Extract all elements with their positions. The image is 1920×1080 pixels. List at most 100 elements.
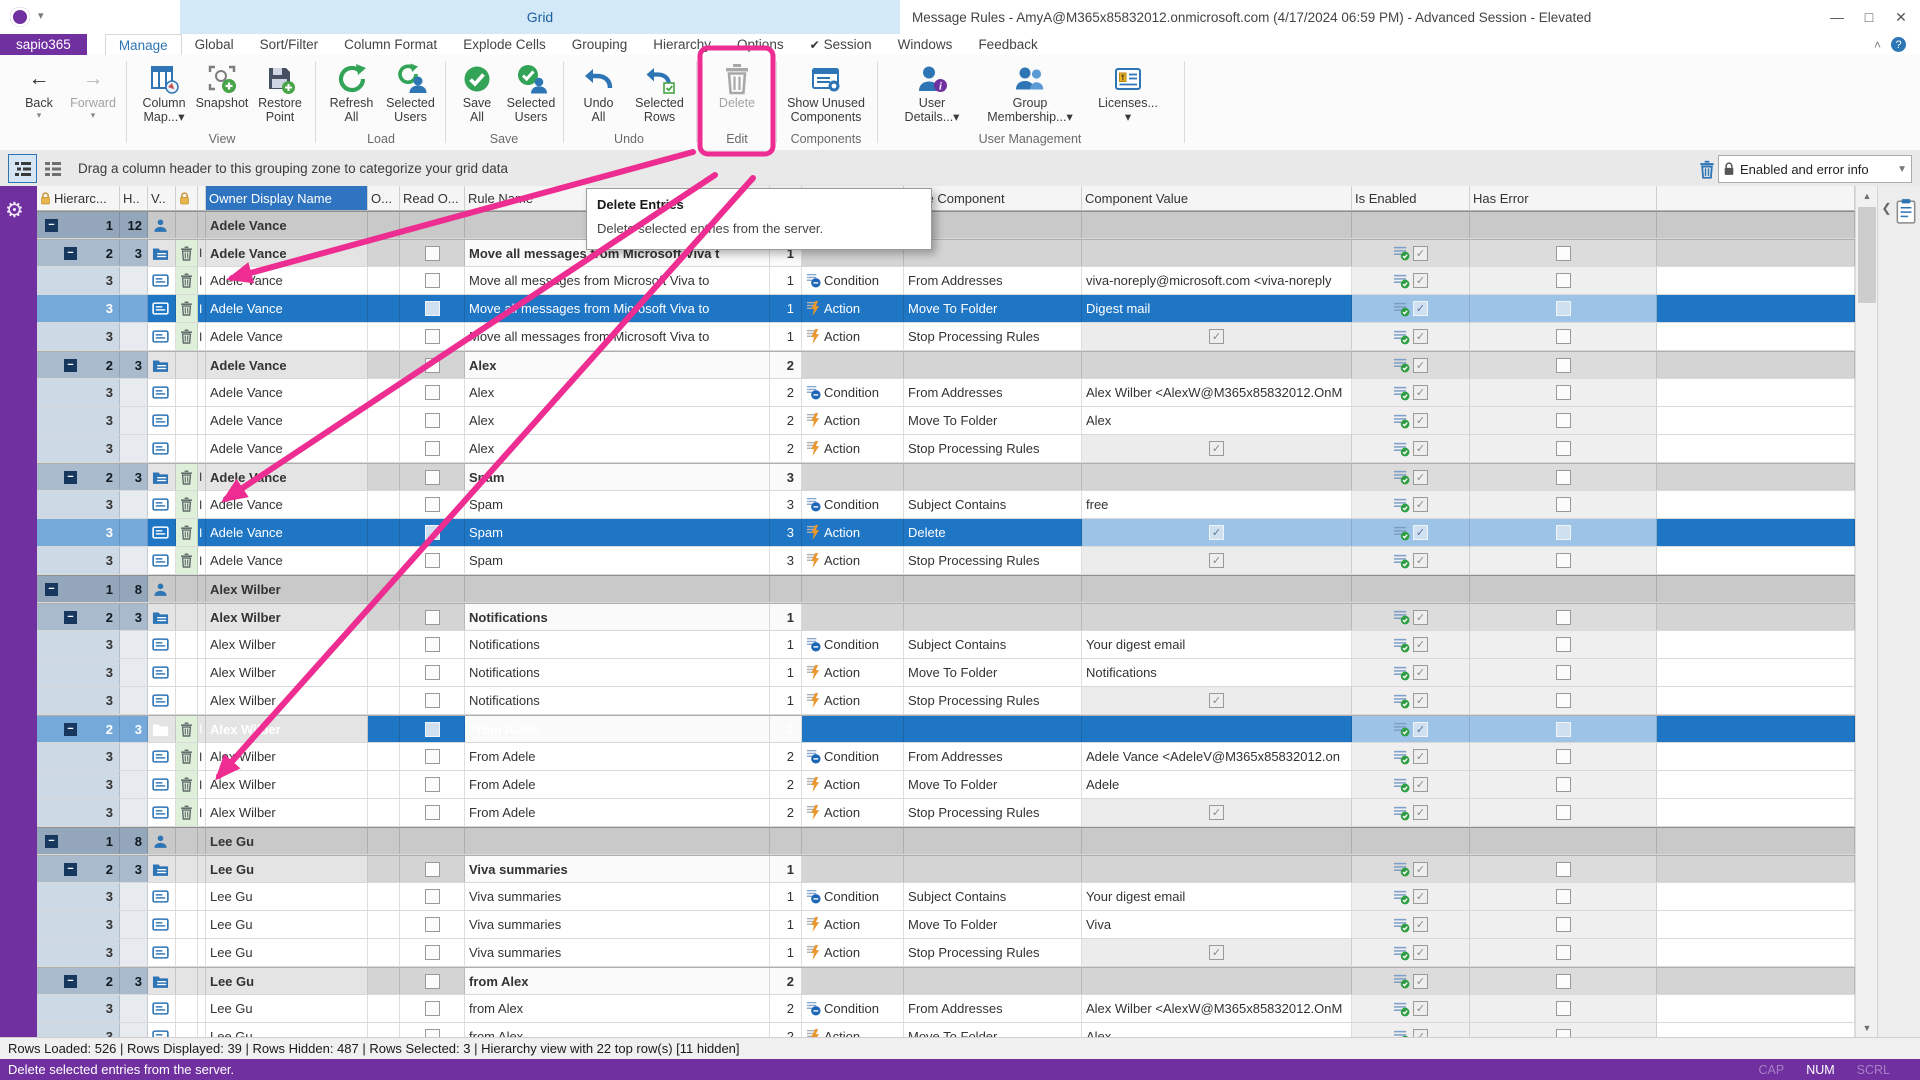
checkbox[interactable] bbox=[1413, 917, 1428, 932]
grid-row[interactable]: −23Lee Gufrom Alex2 bbox=[37, 967, 1855, 995]
checkbox[interactable] bbox=[425, 749, 440, 764]
checkbox[interactable] bbox=[425, 385, 440, 400]
column-header-has-error[interactable]: Has Error bbox=[1470, 186, 1657, 211]
checkbox[interactable] bbox=[425, 665, 440, 680]
checkbox[interactable] bbox=[1556, 385, 1571, 400]
checkbox[interactable] bbox=[425, 553, 440, 568]
grid-row[interactable]: 3IAdele VanceMove all messages from Micr… bbox=[37, 267, 1855, 295]
checkbox[interactable] bbox=[425, 917, 440, 932]
collapse-toggle[interactable]: − bbox=[64, 247, 77, 260]
tab-hierarchy[interactable]: Hierarchy bbox=[640, 34, 724, 55]
checkbox[interactable] bbox=[1413, 525, 1428, 540]
checkbox[interactable] bbox=[425, 246, 440, 261]
backstage-tab[interactable]: sapio365 bbox=[0, 34, 87, 55]
collapse-toggle[interactable]: − bbox=[64, 471, 77, 484]
checkbox[interactable] bbox=[1413, 441, 1428, 456]
grid-row[interactable]: −112Adele Vance bbox=[37, 211, 1855, 239]
checkbox[interactable] bbox=[1556, 693, 1571, 708]
tab-feedback[interactable]: Feedback bbox=[965, 34, 1050, 55]
checkbox[interactable] bbox=[1556, 917, 1571, 932]
checkbox[interactable] bbox=[1413, 553, 1428, 568]
collapse-toggle[interactable]: − bbox=[64, 359, 77, 372]
grid-row[interactable]: −23Alex WilberNotifications1 bbox=[37, 603, 1855, 631]
grid-row[interactable]: 3IAdele VanceSpam3ActionStop Processing … bbox=[37, 547, 1855, 575]
view-filter-dropdown[interactable]: Enabled and error info ▼ bbox=[1718, 155, 1912, 183]
checkbox[interactable] bbox=[1556, 1001, 1571, 1016]
checkbox[interactable] bbox=[425, 862, 440, 877]
checkbox[interactable] bbox=[1413, 385, 1428, 400]
column-header-hierarc-[interactable]: Hierarc... bbox=[37, 186, 120, 211]
collapse-toggle[interactable]: − bbox=[64, 863, 77, 876]
column-header-trash-cell[interactable] bbox=[176, 186, 198, 211]
column-header-icol[interactable] bbox=[198, 186, 206, 211]
selected-users-button[interactable]: SelectedUsers bbox=[504, 57, 558, 124]
checkbox[interactable] bbox=[1413, 273, 1428, 288]
grid-row[interactable]: −23IAlex WilberFrom Adele2 bbox=[37, 715, 1855, 743]
collapse-toggle[interactable]: − bbox=[45, 583, 58, 596]
maximize-button[interactable]: □ bbox=[1854, 4, 1884, 30]
column-map-button[interactable]: ColumnMap...▾ bbox=[135, 57, 193, 124]
checkbox[interactable] bbox=[1556, 301, 1571, 316]
clear-filter-trash-button[interactable] bbox=[1694, 157, 1720, 181]
column-header-is-enabled[interactable]: Is Enabled bbox=[1352, 186, 1470, 211]
vertical-scrollbar[interactable]: ▲ ▼ bbox=[1855, 186, 1878, 1037]
undo-all-button[interactable]: UndoAll bbox=[568, 57, 629, 124]
checkbox[interactable] bbox=[425, 945, 440, 960]
grid-row[interactable]: 3IAlex WilberFrom Adele2ActionMove To Fo… bbox=[37, 771, 1855, 799]
checkbox[interactable] bbox=[1556, 610, 1571, 625]
collapse-ribbon-icon[interactable]: ˄ bbox=[1874, 38, 1881, 52]
collapse-toggle[interactable]: − bbox=[45, 219, 58, 232]
collapse-toggle[interactable]: − bbox=[64, 723, 77, 736]
checkbox[interactable] bbox=[1413, 246, 1428, 261]
checkbox[interactable] bbox=[1556, 777, 1571, 792]
checkbox[interactable] bbox=[1413, 665, 1428, 680]
snapshot-button[interactable]: Snapshot bbox=[193, 57, 251, 124]
minimize-button[interactable]: — bbox=[1822, 4, 1852, 30]
tab-session[interactable]: ✔Session bbox=[797, 34, 885, 55]
checkbox[interactable] bbox=[1556, 525, 1571, 540]
tab-global[interactable]: Global bbox=[182, 34, 247, 55]
collapse-toggle[interactable]: − bbox=[64, 975, 77, 988]
checkbox[interactable] bbox=[1556, 273, 1571, 288]
grid-row[interactable]: 3IAdele VanceSpam3ActionDelete bbox=[37, 519, 1855, 547]
checkbox[interactable] bbox=[1413, 470, 1428, 485]
checkbox[interactable] bbox=[1556, 441, 1571, 456]
grid-row[interactable]: −18Alex Wilber bbox=[37, 575, 1855, 603]
grid-row[interactable]: 3Alex WilberNotifications1ActionMove To … bbox=[37, 659, 1855, 687]
collapse-toggle[interactable]: − bbox=[64, 611, 77, 624]
collapse-toggle[interactable]: − bbox=[45, 835, 58, 848]
checkbox[interactable] bbox=[1209, 945, 1224, 960]
licenses-button[interactable]: Licenses...▾ bbox=[1079, 57, 1177, 124]
checkbox[interactable] bbox=[425, 610, 440, 625]
hierarchy-view-toggle[interactable] bbox=[8, 154, 37, 183]
checkbox[interactable] bbox=[425, 525, 440, 540]
checkbox[interactable] bbox=[1209, 693, 1224, 708]
tab-column-format[interactable]: Column Format bbox=[331, 34, 450, 55]
help-icon[interactable]: ? bbox=[1891, 37, 1906, 52]
column-header-filler[interactable] bbox=[1657, 186, 1855, 211]
checkbox[interactable] bbox=[1556, 553, 1571, 568]
grid-row[interactable]: −23IAdele VanceSpam3 bbox=[37, 463, 1855, 491]
checkbox[interactable] bbox=[1556, 358, 1571, 373]
checkbox[interactable] bbox=[425, 637, 440, 652]
checkbox[interactable] bbox=[1556, 722, 1571, 737]
flat-view-toggle[interactable] bbox=[38, 154, 67, 183]
checkbox[interactable] bbox=[1556, 862, 1571, 877]
column-header-component-value[interactable]: Component Value bbox=[1082, 186, 1352, 211]
checkbox[interactable] bbox=[1413, 637, 1428, 652]
show-unused-components-button[interactable]: Show UnusedComponents bbox=[780, 57, 872, 124]
checkbox[interactable] bbox=[425, 974, 440, 989]
checkbox[interactable] bbox=[425, 273, 440, 288]
checkbox[interactable] bbox=[425, 301, 440, 316]
forward-button[interactable]: →Forward▾ bbox=[66, 57, 120, 121]
checkbox[interactable] bbox=[1413, 693, 1428, 708]
checkbox[interactable] bbox=[1209, 553, 1224, 568]
grid-row[interactable]: 3Lee GuViva summaries1ActionMove To Fold… bbox=[37, 911, 1855, 939]
grid-row[interactable]: 3Lee GuViva summaries1ActionStop Process… bbox=[37, 939, 1855, 967]
tab-sort-filter[interactable]: Sort/Filter bbox=[247, 34, 332, 55]
scrollbar-thumb[interactable] bbox=[1858, 207, 1876, 303]
grid-row[interactable]: 3IAdele VanceMove all messages from Micr… bbox=[37, 295, 1855, 323]
grid-row[interactable]: 3IAlex WilberFrom Adele2ConditionFrom Ad… bbox=[37, 743, 1855, 771]
selected-rows-button[interactable]: SelectedRows bbox=[629, 57, 690, 124]
checkbox[interactable] bbox=[425, 889, 440, 904]
